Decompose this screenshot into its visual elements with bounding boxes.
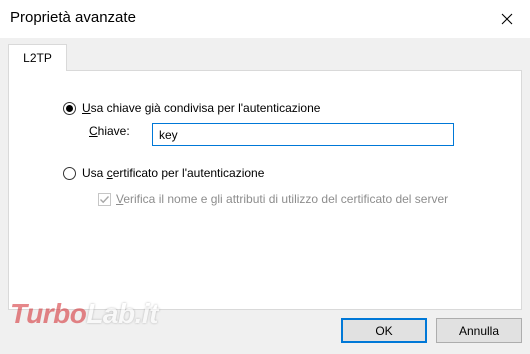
key-field-label: Chiave: — [89, 124, 130, 138]
close-button[interactable] — [484, 0, 530, 38]
watermark-logo: TurboLab.it — [10, 298, 158, 329]
certificate-radio[interactable] — [63, 166, 76, 180]
cancel-button-label: Annulla — [458, 323, 500, 338]
preshared-key-radio[interactable] — [63, 101, 76, 115]
checkmark-icon — [100, 195, 110, 203]
close-icon — [501, 13, 513, 25]
preshared-key-label: Usa chiave già condivisa per l'autentica… — [82, 101, 321, 115]
window-title: Proprietà avanzate — [10, 9, 136, 26]
verify-certificate-checkbox[interactable] — [98, 192, 111, 206]
ok-button-label: OK — [375, 323, 393, 338]
verify-certificate-label: Verifica il nome e gli attributi di util… — [116, 192, 449, 206]
cancel-button[interactable]: Annulla — [436, 318, 522, 343]
verify-certificate-option[interactable]: Verifica il nome e gli attributi di util… — [98, 192, 448, 206]
tab-l2tp-label: L2TP — [23, 51, 52, 65]
tab-l2tp[interactable]: L2TP — [8, 44, 67, 71]
certificate-radio-option[interactable]: Usa certificato per l'autenticazione — [63, 166, 264, 180]
preshared-key-radio-option[interactable]: Usa chiave già condivisa per l'autentica… — [63, 101, 320, 115]
certificate-label: Usa certificato per l'autenticazione — [82, 166, 265, 180]
title-bar: Proprietà avanzate — [0, 0, 530, 38]
key-input[interactable] — [152, 123, 454, 146]
ok-button[interactable]: OK — [341, 318, 427, 343]
